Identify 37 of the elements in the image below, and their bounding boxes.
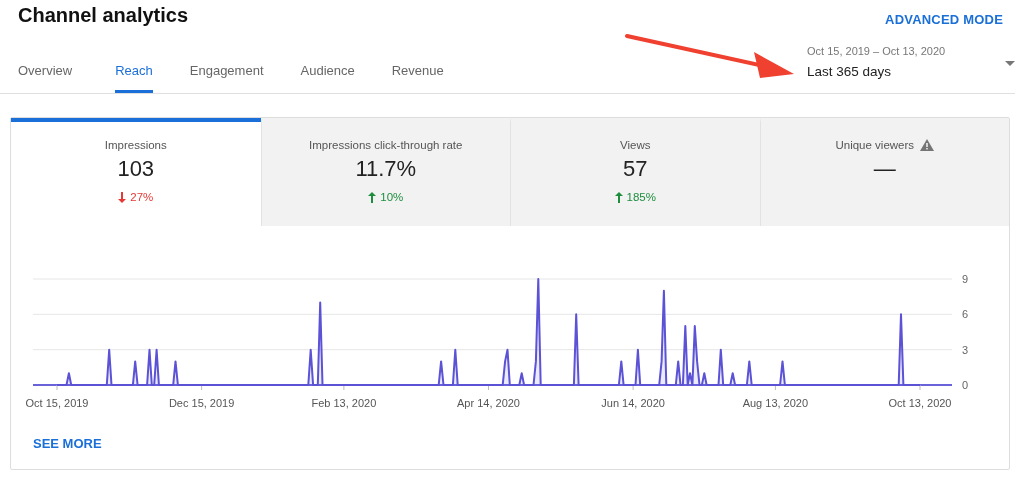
- axis-label: 6: [962, 308, 969, 321]
- metric-change: 10%: [380, 191, 404, 203]
- page-title: Channel analytics: [18, 4, 189, 27]
- metric-tab[interactable]: Unique viewers —: [759, 118, 1009, 226]
- date-range-dropdown[interactable]: Oct 15, 2019 – Oct 13, 2020 Last 365 days: [807, 45, 1015, 93]
- axis-label: Apr 14, 2020: [457, 397, 520, 409]
- metric-value: 57: [623, 156, 648, 182]
- metric-tab[interactable]: Views 57 185%: [510, 118, 760, 226]
- axis-label: Jun 14, 2020: [601, 397, 665, 409]
- see-more-link[interactable]: SEE MORE: [33, 436, 102, 451]
- axis-label: Oct 13, 2020: [888, 397, 952, 409]
- caret-icon: [1005, 61, 1015, 67]
- metric-label: Impressions: [104, 139, 167, 151]
- metric-change: 27%: [130, 191, 154, 203]
- metric-value: 103: [117, 156, 155, 182]
- axis-label: 3: [962, 343, 969, 356]
- axis-label: Dec 15, 2019: [168, 397, 235, 409]
- date-range-text: Oct 15, 2019 – Oct 13, 2020: [807, 45, 947, 57]
- metric-value: —: [873, 156, 896, 182]
- axis-label: Oct 15, 2019: [25, 397, 89, 409]
- tab[interactable]: Reach: [115, 63, 153, 93]
- tab[interactable]: Revenue: [391, 63, 444, 93]
- tab[interactable]: Audience: [300, 63, 355, 93]
- tab[interactable]: Overview: [18, 63, 73, 93]
- metric-label: Unique viewers: [835, 139, 915, 151]
- axis-label: Feb 13, 2020: [311, 397, 377, 409]
- axis-label: 0: [962, 379, 969, 391]
- metric-label: Impressions click-through rate: [309, 139, 463, 151]
- advanced-mode-link[interactable]: ADVANCED MODE: [885, 12, 1003, 27]
- axis-label: Aug 13, 2020: [742, 397, 809, 409]
- tab[interactable]: Engagement: [189, 63, 264, 93]
- metric-tab[interactable]: Impressions click-through rate 11.7% 10%: [260, 118, 510, 226]
- metric-label: Views: [620, 139, 651, 151]
- metric-change: 185%: [626, 191, 656, 203]
- axis-label: 9: [962, 273, 969, 285]
- date-range-value: Last 365 days: [807, 64, 893, 79]
- metric-value: 11.7%: [355, 156, 417, 182]
